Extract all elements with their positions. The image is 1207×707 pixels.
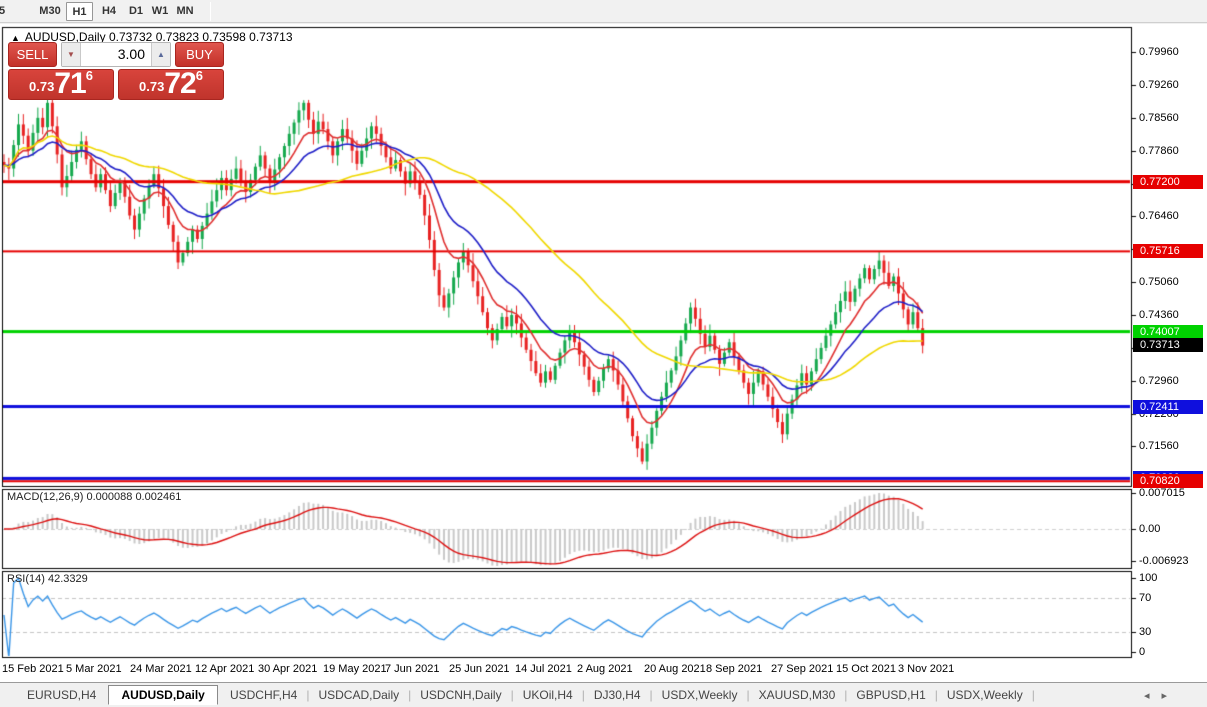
macd-scale-label: 0.007015 bbox=[1139, 487, 1185, 499]
timeframe-button-mn[interactable]: MN bbox=[172, 2, 198, 21]
price-tick-label: 0.78560 bbox=[1139, 112, 1179, 124]
price-tick-label: 0.71560 bbox=[1139, 440, 1179, 452]
one-click-trading-panel: SELL ▼ 3.00 ▲ BUY 0.73 71 6 0.73 72 6 bbox=[8, 42, 224, 100]
chart-tab-xauusd-m30[interactable]: XAUUSD,M30 bbox=[750, 686, 845, 704]
rsi-scale-label: 0 bbox=[1139, 646, 1146, 658]
buy-price-box[interactable]: 0.73 72 6 bbox=[118, 67, 224, 100]
date-axis-label: 5 Mar 2021 bbox=[66, 663, 122, 675]
chart-tab-usdchf-h4[interactable]: USDCHF,H4 bbox=[221, 686, 306, 704]
timeframe-button-h4[interactable]: H4 bbox=[96, 2, 122, 21]
chart-tab-bar: ◂▸ EURUSD,H4|AUDUSD,Daily|USDCHF,H4|USDC… bbox=[0, 682, 1207, 707]
tab-scroll-arrows: ◂▸ bbox=[1144, 689, 1179, 702]
hline-price-label: 0.70820 bbox=[1133, 474, 1203, 488]
rsi-indicator-label: RSI(14) 42.3329 bbox=[7, 573, 88, 585]
tab-separator: | bbox=[1031, 688, 1035, 702]
date-axis-label: 27 Sep 2021 bbox=[771, 663, 834, 675]
timeframe-button-w1[interactable]: W1 bbox=[148, 2, 172, 21]
date-axis-label: 3 Nov 2021 bbox=[898, 663, 955, 675]
price-tick-label: 0.72960 bbox=[1139, 375, 1179, 387]
timeframe-button-m30[interactable]: M30 bbox=[35, 2, 65, 21]
volume-decrease-icon[interactable]: ▼ bbox=[62, 43, 81, 66]
price-tick-label: 0.76460 bbox=[1139, 210, 1179, 222]
macd-indicator-label: MACD(12,26,9) 0.000088 0.002461 bbox=[7, 491, 182, 503]
mt4-window: 5 M30 H1 H4 D1 W1 MN ▲ AUDUSD,Daily 0.73732 0.7… bbox=[0, 0, 1207, 707]
price-tick-label: 0.79960 bbox=[1139, 46, 1179, 58]
chart-tab-eurusd-h4[interactable]: EURUSD,H4 bbox=[18, 686, 105, 704]
price-tick-label: 0.74360 bbox=[1139, 309, 1179, 321]
hline-price-label: 0.72411 bbox=[1133, 400, 1203, 414]
timeframe-button-d1[interactable]: D1 bbox=[124, 2, 148, 21]
hline-price-label: 0.77200 bbox=[1133, 175, 1203, 189]
sell-price-big: 71 bbox=[54, 67, 86, 100]
macd-scale-label: 0.00 bbox=[1139, 523, 1161, 535]
chart-window: ▲ AUDUSD,Daily 0.73732 0.73823 0.73598 0.… bbox=[0, 24, 1207, 682]
buy-price-prefix: 0.73 bbox=[139, 79, 165, 94]
volume-control: ▼ 3.00 ▲ bbox=[61, 42, 171, 67]
chart-tab-ukoil-h4[interactable]: UKOil,H4 bbox=[514, 686, 582, 704]
sell-price-prefix: 0.73 bbox=[29, 79, 55, 94]
timeframe-button-5[interactable]: 5 bbox=[0, 2, 8, 21]
tab-scroll-right-icon[interactable]: ▸ bbox=[1161, 690, 1179, 702]
date-axis-label: 15 Feb 2021 bbox=[2, 663, 64, 675]
rsi-scale-label: 30 bbox=[1139, 626, 1152, 638]
buy-price-big: 72 bbox=[164, 67, 196, 100]
date-axis-label: 15 Oct 2021 bbox=[836, 663, 896, 675]
chart-tab-usdx-weekly[interactable]: USDX,Weekly bbox=[938, 686, 1032, 704]
chart-tab-usdcnh-daily[interactable]: USDCNH,Daily bbox=[411, 686, 510, 704]
chart-tab-usdcad-daily[interactable]: USDCAD,Daily bbox=[309, 686, 408, 704]
tab-scroll-left-icon[interactable]: ◂ bbox=[1144, 690, 1162, 702]
hline-price-label: 0.75716 bbox=[1133, 244, 1203, 258]
timeframe-button-h1[interactable]: H1 bbox=[66, 2, 93, 21]
date-axis-label: 2 Aug 2021 bbox=[577, 663, 633, 675]
date-axis-label: 14 Jul 2021 bbox=[515, 663, 572, 675]
date-axis-label: 20 Aug 2021 bbox=[644, 663, 706, 675]
toolbar-divider bbox=[210, 2, 211, 21]
current-price-label: 0.73713 bbox=[1133, 338, 1203, 352]
price-tick-label: 0.79260 bbox=[1139, 79, 1179, 91]
date-axis-label: 7 Jun 2021 bbox=[385, 663, 440, 675]
macd-scale-label: -0.006923 bbox=[1139, 555, 1189, 567]
date-axis-label: 25 Jun 2021 bbox=[449, 663, 510, 675]
date-axis-label: 19 May 2021 bbox=[323, 663, 387, 675]
price-tick-label: 0.77860 bbox=[1139, 145, 1179, 157]
volume-input[interactable]: 3.00 bbox=[81, 43, 151, 66]
chart-tab-audusd-daily[interactable]: AUDUSD,Daily bbox=[108, 685, 218, 705]
price-tick-label: 0.75060 bbox=[1139, 276, 1179, 288]
sell-button[interactable]: SELL bbox=[8, 42, 57, 67]
sell-price-pip: 6 bbox=[85, 68, 93, 83]
date-axis-label: 24 Mar 2021 bbox=[130, 663, 192, 675]
chart-tab-gbpusd-h1[interactable]: GBPUSD,H1 bbox=[847, 686, 934, 704]
volume-increase-icon[interactable]: ▲ bbox=[151, 43, 170, 66]
rsi-scale-label: 100 bbox=[1139, 572, 1158, 584]
date-axis-label: 12 Apr 2021 bbox=[195, 663, 255, 675]
timeframe-toolbar: 5 M30 H1 H4 D1 W1 MN bbox=[0, 0, 1207, 23]
rsi-scale-label: 70 bbox=[1139, 592, 1152, 604]
sell-price-box[interactable]: 0.73 71 6 bbox=[8, 67, 114, 100]
date-axis-label: 8 Sep 2021 bbox=[706, 663, 763, 675]
chart-tab-usdx-weekly[interactable]: USDX,Weekly bbox=[653, 686, 747, 704]
hline-price-label: 0.74007 bbox=[1133, 325, 1203, 339]
buy-button[interactable]: BUY bbox=[175, 42, 224, 67]
chart-tab-dj30-h4[interactable]: DJ30,H4 bbox=[585, 686, 650, 704]
date-axis-label: 30 Apr 2021 bbox=[258, 663, 318, 675]
price-chart-canvas[interactable] bbox=[0, 24, 1207, 682]
buy-price-pip: 6 bbox=[195, 68, 203, 83]
ohlc-close: 0.73713 bbox=[249, 30, 293, 44]
